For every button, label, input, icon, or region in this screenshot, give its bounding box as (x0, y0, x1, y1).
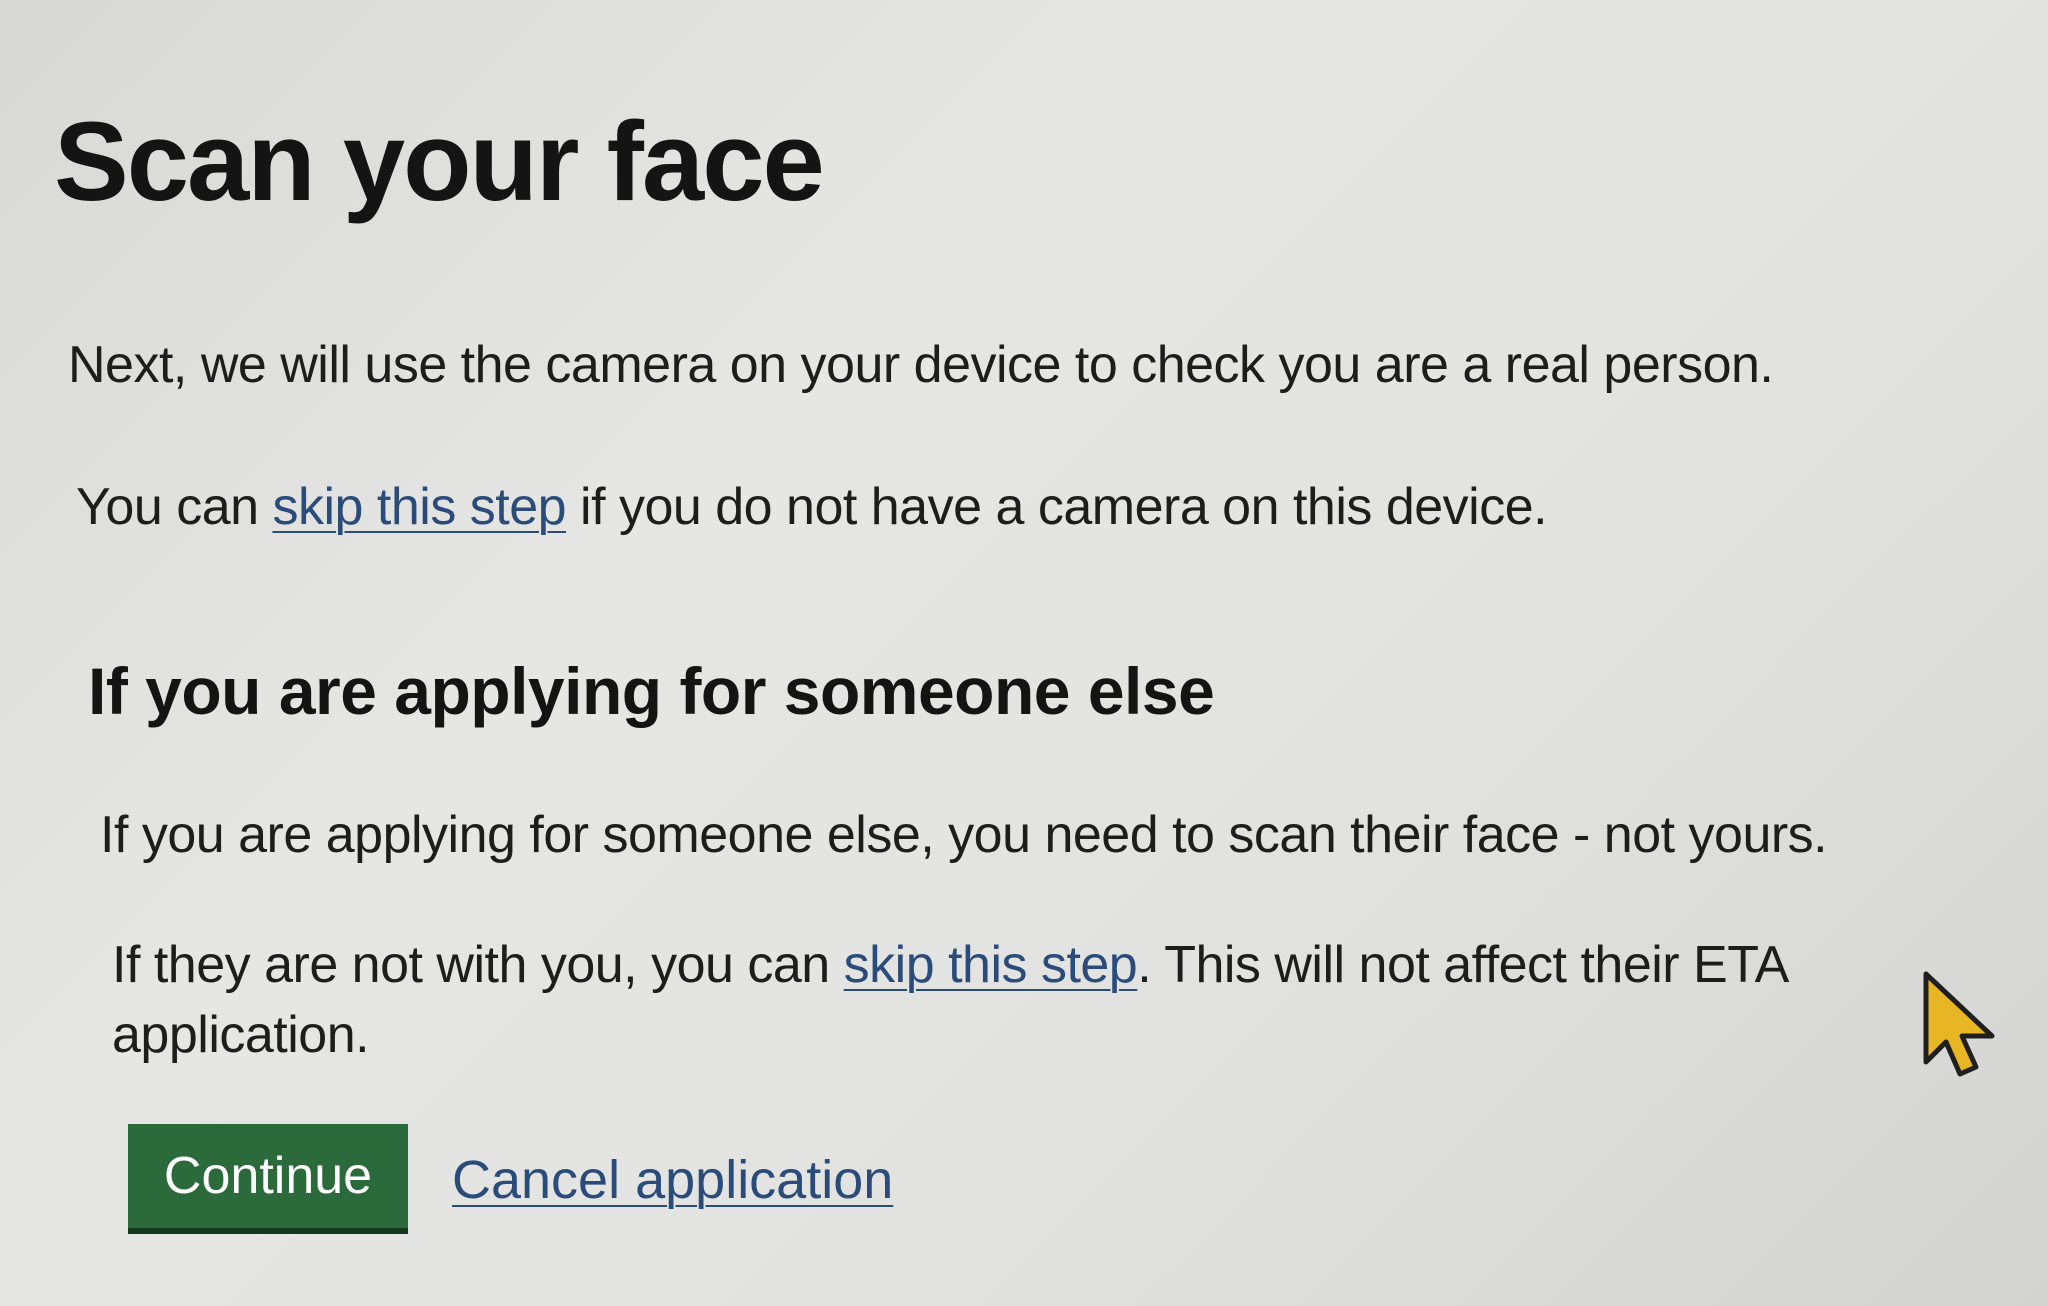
mouse-pointer-icon (1923, 971, 1995, 1077)
skip-text-before: You can (76, 478, 273, 536)
someone-else-skip-link[interactable]: skip this step (844, 936, 1138, 994)
page-title: Scan your face (54, 99, 825, 224)
skip-paragraph: You can skip this step if you do not hav… (76, 472, 1976, 544)
skip-text-after: if you do not have a camera on this devi… (566, 478, 1548, 536)
scan-face-page: Scan your face Next, we will use the cam… (0, 0, 2048, 1306)
someone-else-paragraph: If you are applying for someone else, yo… (100, 806, 1828, 864)
skip-this-step-link[interactable]: skip this step (272, 478, 566, 536)
someone-else-heading: If you are applying for someone else (88, 654, 1215, 728)
cancel-application-link[interactable]: Cancel application (452, 1148, 893, 1213)
intro-paragraph: Next, we will use the camera on your dev… (68, 336, 1774, 394)
continue-button[interactable]: Continue (128, 1124, 408, 1228)
someone-else-skip-paragraph: If they are not with you, you can skip t… (112, 930, 1892, 1070)
someone-else-skip-before: If they are not with you, you can (112, 936, 844, 994)
